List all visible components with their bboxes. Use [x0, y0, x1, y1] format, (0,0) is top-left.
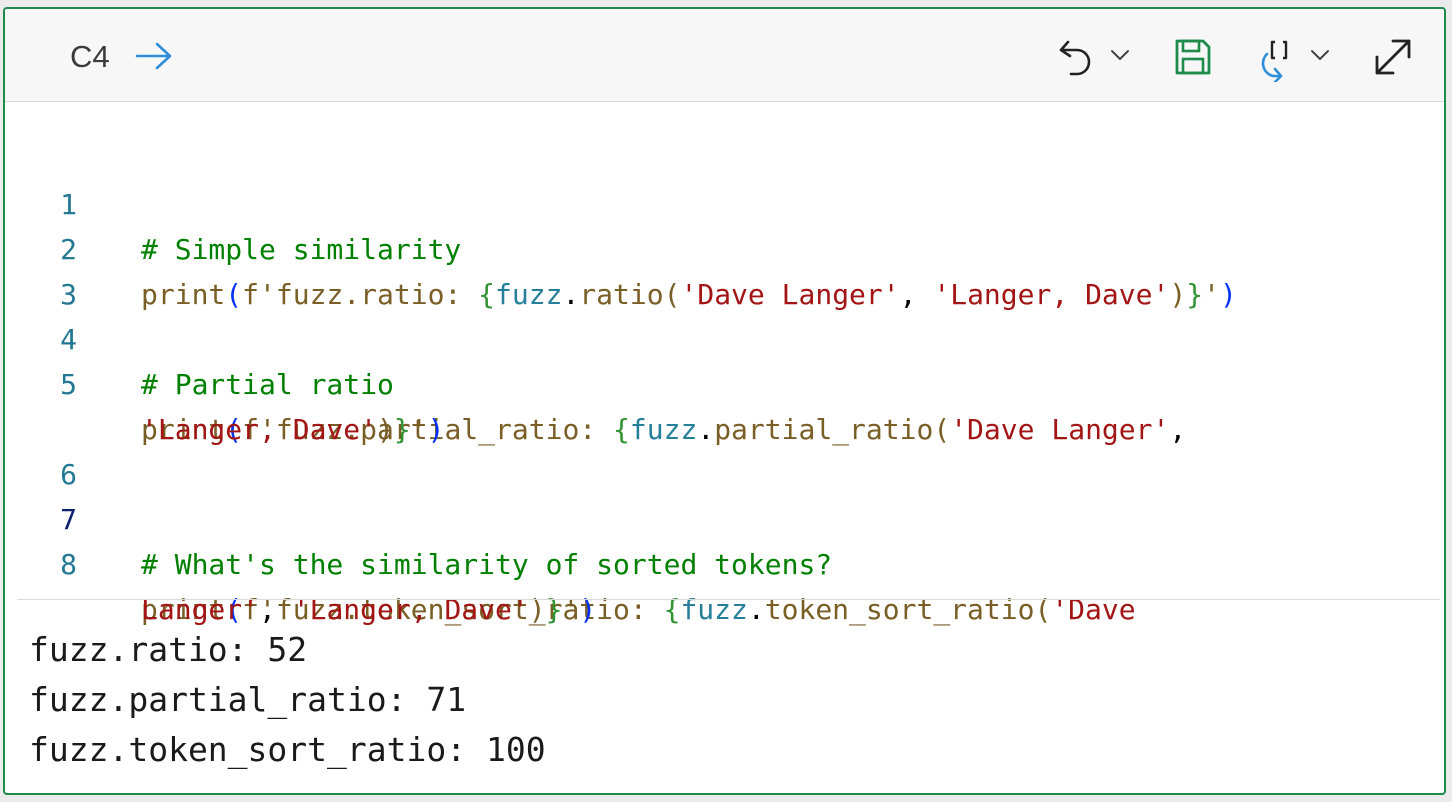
arrow-right-icon[interactable] [133, 39, 175, 73]
output-line: fuzz.partial_ratio: 71 [29, 680, 467, 719]
token-brace: } [545, 593, 563, 626]
output-line: fuzz.token_sort_ratio: 100 [29, 730, 546, 769]
code-line: 2 print(f'fuzz.ratio: {fuzz.ratio('Dave … [5, 182, 1444, 311]
token-paren: ) [579, 593, 597, 626]
token-paren: ( [1034, 593, 1052, 626]
token-paren: ) [528, 593, 546, 626]
refresh-range-icon[interactable] [1255, 32, 1305, 82]
token-method: token_sort_ratio [764, 593, 1035, 626]
code-line: 5 print(f'fuzz.partial_ratio: {fuzz.part… [5, 317, 1444, 446]
code-editor[interactable]: 1 # Simple similarity 2 print(f'fuzz.rat… [5, 137, 1444, 626]
code-line-wrap: Langer', 'Langer, Dave')}') [5, 542, 1444, 626]
undo-icon[interactable] [1057, 36, 1099, 82]
code-line: 4 # Partial ratio [5, 272, 1444, 401]
code-line: 1 # Simple similarity [5, 137, 1444, 266]
token-dot: . [747, 593, 765, 626]
token-string: 'Dave [1051, 593, 1136, 626]
token-variable: fuzz [680, 593, 748, 626]
cell-output: fuzz.ratio: 52 fuzz.partial_ratio: 71 fu… [29, 625, 546, 775]
cell-toolbar: C4 [5, 9, 1444, 102]
refresh-chevron-down-icon[interactable] [1309, 47, 1331, 63]
token-string: 'Langer, Dave' [292, 593, 529, 626]
code-line: 7 # What's the similarity of sorted toke… [5, 452, 1444, 581]
code-line: 6 [5, 407, 1444, 491]
output-line: fuzz.ratio: 52 [29, 630, 308, 669]
expand-icon[interactable] [1371, 35, 1415, 79]
code-line: 3 [5, 227, 1444, 311]
output-divider [17, 599, 1440, 600]
cell-reference: C4 [70, 39, 110, 74]
code-line: 8 print(f'fuzz.token_sort_ratio: {fuzz.t… [5, 497, 1444, 626]
code-line-wrap: 'Langer, Dave')}') [5, 362, 1444, 446]
token-quote: ' [562, 593, 580, 626]
undo-chevron-down-icon[interactable] [1109, 47, 1131, 63]
token-string: Langer' [141, 593, 260, 626]
token-comma: , [259, 593, 293, 626]
token-brace: { [663, 593, 681, 626]
save-icon[interactable] [1173, 37, 1213, 77]
python-cell[interactable]: C4 1 # Simple similarity 2 print(f'fuzz.… [3, 7, 1446, 795]
